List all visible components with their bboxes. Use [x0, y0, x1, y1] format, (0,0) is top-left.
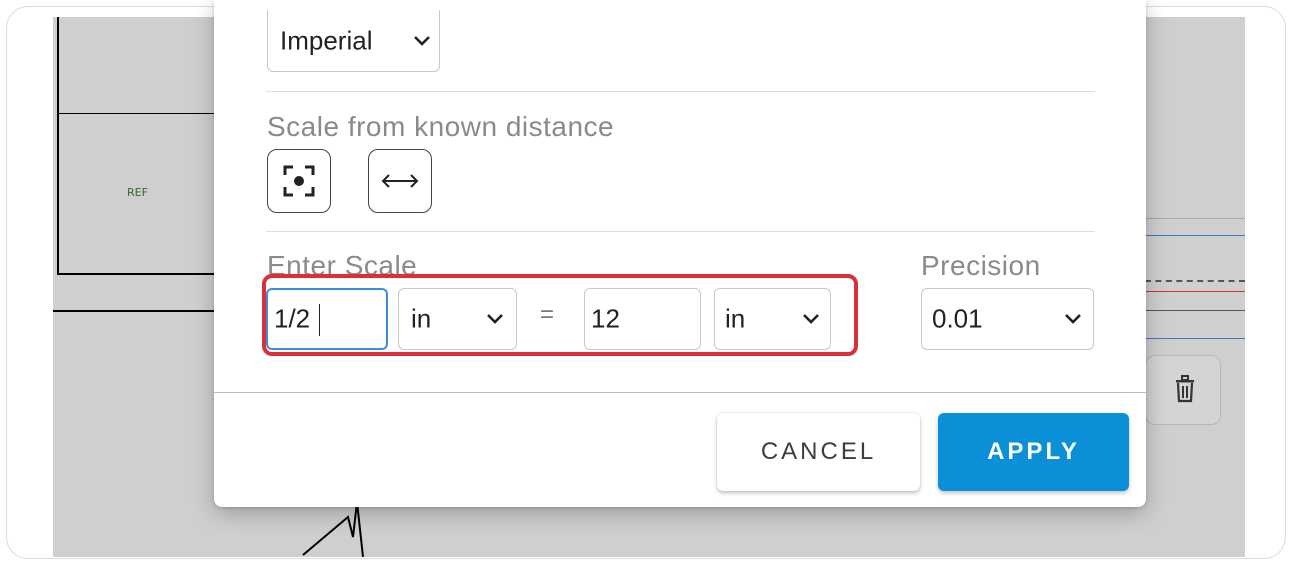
chevron-down-icon: [1065, 314, 1081, 324]
chevron-down-icon: [414, 35, 430, 46]
drawing-wall-line: [57, 273, 214, 275]
apply-button[interactable]: APPLY: [938, 413, 1129, 491]
horizontal-arrows-icon: [381, 174, 419, 188]
footer-divider: [214, 392, 1146, 393]
drawing-right-lines: [1145, 218, 1245, 348]
section-divider: [266, 231, 1095, 232]
focus-target-icon: [283, 165, 315, 197]
trash-icon: [1176, 375, 1194, 403]
drawing-wall-line: [57, 113, 214, 114]
cancel-button[interactable]: CANCEL: [717, 413, 920, 491]
target-scale-button[interactable]: [267, 149, 331, 213]
unit-system-value: Imperial: [280, 25, 373, 55]
precision-value: 0.01: [932, 303, 983, 334]
precision-select[interactable]: 0.01: [921, 288, 1094, 350]
drawing-ref-label: REF: [127, 186, 148, 199]
drawing-wall-line: [53, 310, 214, 312]
precision-label: Precision: [921, 250, 1041, 281]
drawing-wall-line: [57, 17, 59, 274]
unit-system-select[interactable]: Imperial: [267, 10, 440, 72]
section-divider: [266, 91, 1095, 92]
known-distance-label: Scale from known distance: [267, 111, 615, 142]
measure-distance-button[interactable]: [368, 149, 432, 213]
scale-highlight-box: [262, 274, 858, 356]
